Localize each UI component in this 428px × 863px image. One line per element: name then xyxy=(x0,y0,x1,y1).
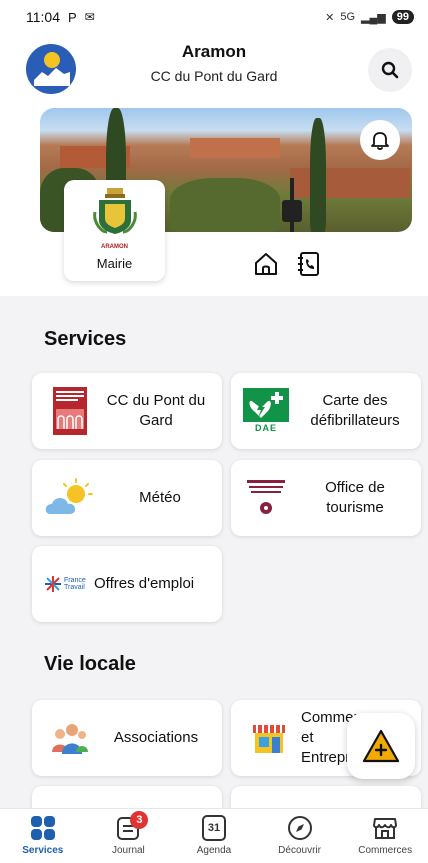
nav-journal[interactable]: 3 Journal xyxy=(86,809,172,863)
france-travail-text: France Travail xyxy=(64,577,86,591)
home-button[interactable] xyxy=(251,249,281,279)
mail-icon: ✉ xyxy=(84,10,95,24)
search-button[interactable] xyxy=(368,48,412,92)
services-section-title: Services xyxy=(44,328,127,350)
cc-pont-du-gard-logo-icon xyxy=(50,387,90,435)
network-icon: 5G xyxy=(340,11,356,23)
phone-book-icon xyxy=(298,252,319,276)
associations-people-icon xyxy=(50,718,90,758)
nav-label: Journal xyxy=(111,845,145,856)
report-issue-fab[interactable] xyxy=(347,713,415,779)
mairie-label: Mairie xyxy=(96,256,133,271)
nav-agenda[interactable]: 31 Agenda xyxy=(171,809,257,863)
mute-icon: ✕ xyxy=(325,11,335,24)
warning-plus-icon xyxy=(362,729,400,763)
nav-label: Agenda xyxy=(196,845,232,856)
france-travail-logo-icon: France Travail xyxy=(42,564,94,604)
service-label: Carte des défibrillateurs xyxy=(310,391,400,429)
page-title: Aramon xyxy=(181,42,247,61)
nav-commerces[interactable]: Commerces xyxy=(342,809,428,863)
journal-badge: 3 xyxy=(130,811,149,829)
nav-decouvrir[interactable]: Découvrir xyxy=(257,809,343,863)
service-label: Office de tourisme xyxy=(325,478,385,516)
weather-sun-cloud-icon xyxy=(42,478,98,518)
grid-icon xyxy=(30,816,55,840)
store-icon xyxy=(373,818,398,839)
compass-icon xyxy=(287,816,312,840)
local-label: Associations xyxy=(113,728,199,746)
parking-icon: P xyxy=(68,9,77,25)
top-area: Aramon CC du Pont du Gard ARAMON Mairie xyxy=(0,34,428,296)
dae-text: DAE xyxy=(254,423,277,433)
tourism-office-logo-icon xyxy=(243,478,289,518)
contact-button[interactable] xyxy=(293,249,323,279)
page-subtitle: CC du Pont du Gard xyxy=(150,68,278,84)
search-icon xyxy=(381,61,399,79)
service-label: CC du Pont du Gard xyxy=(106,391,206,429)
nav-services[interactable]: Services xyxy=(0,809,86,863)
service-card-cc-pont-du-gard[interactable]: CC du Pont du Gard xyxy=(32,373,222,449)
status-time: 11:04 xyxy=(26,9,60,25)
service-card-meteo[interactable]: Météo xyxy=(32,460,222,536)
shop-icon xyxy=(249,718,289,758)
local-card-associations[interactable]: Associations xyxy=(32,700,222,776)
status-bar: 11:04 P ✉ ✕ 5G ▂▄▆ 99 xyxy=(0,0,428,34)
battery-icon: 99 xyxy=(391,10,414,24)
notifications-button[interactable] xyxy=(360,120,400,160)
nav-label: Commerces xyxy=(358,845,413,856)
home-icon xyxy=(255,253,277,275)
nav-label: Découvrir xyxy=(278,845,321,856)
calendar-icon: 31 xyxy=(201,815,226,841)
service-card-office-tourisme[interactable]: Office de tourisme xyxy=(231,460,421,536)
service-label: Offres d'emploi xyxy=(94,574,195,592)
crest-text: ARAMON xyxy=(101,244,128,250)
aramon-crest-icon xyxy=(92,188,137,234)
mairie-card[interactable]: ARAMON Mairie xyxy=(64,180,165,281)
nav-label: Services xyxy=(22,845,64,856)
header-titles: Aramon CC du Pont du Gard xyxy=(0,42,428,84)
bell-icon xyxy=(371,132,389,150)
vie-locale-section-title: Vie locale xyxy=(44,653,136,675)
calendar-day: 31 xyxy=(207,822,221,834)
service-card-offres-emploi[interactable]: France Travail Offres d'emploi xyxy=(32,546,222,622)
bottom-nav: Services 3 Journal 31 Agenda Découvrir C… xyxy=(0,808,428,863)
signal-icon: ▂▄▆ xyxy=(361,11,386,24)
service-label: Météo xyxy=(139,488,181,506)
service-card-defibrillateurs[interactable]: DAE Carte des défibrillateurs xyxy=(231,373,421,449)
dae-defibrillator-icon: DAE xyxy=(243,388,289,434)
